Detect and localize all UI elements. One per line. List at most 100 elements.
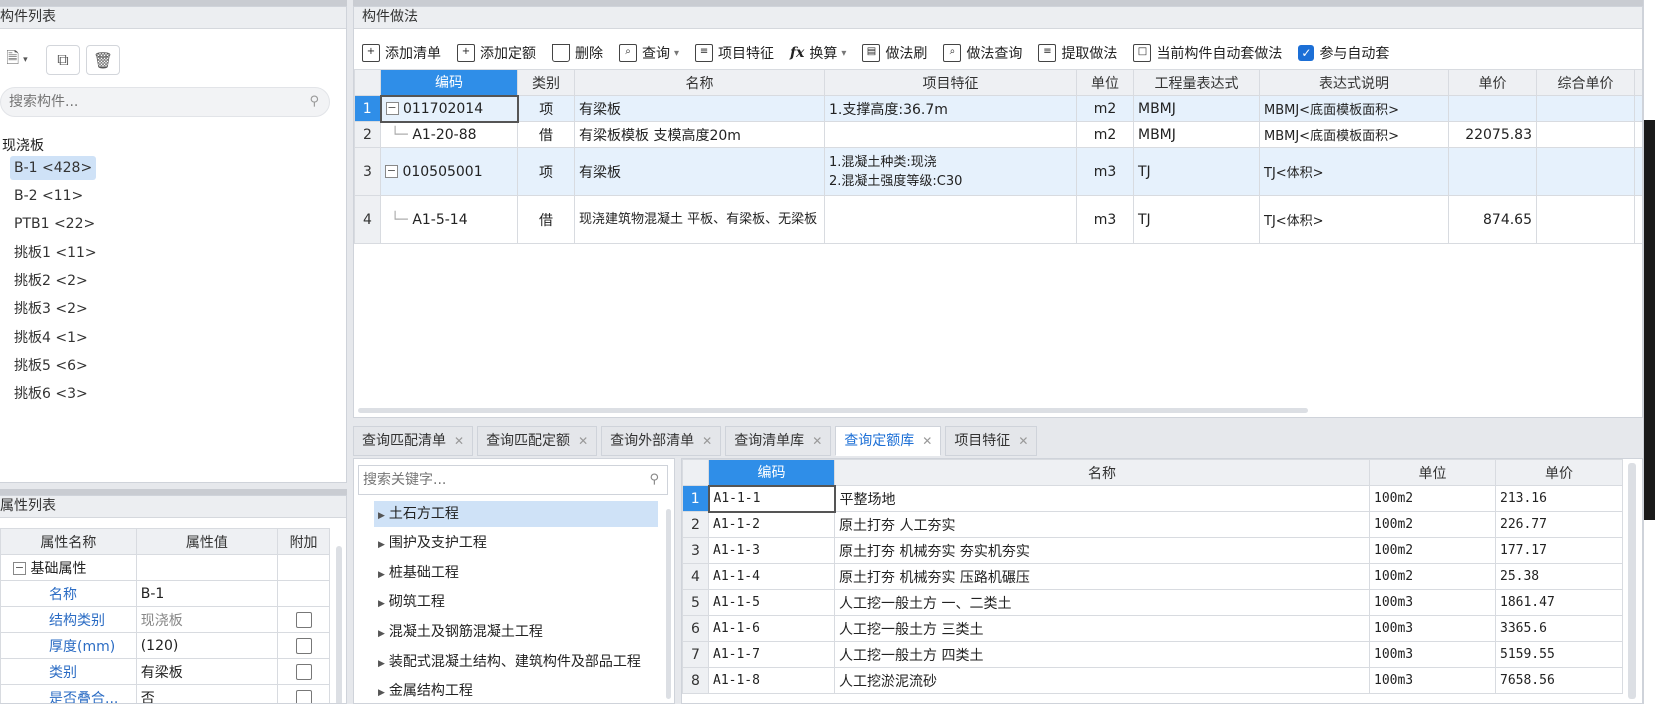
search-icon[interactable]: ⚲ [649,472,659,487]
collapse-icon[interactable]: − [13,562,26,575]
price-cell[interactable]: 25.38 [1495,563,1623,590]
col-header[interactable]: 类别 [517,69,575,96]
prop-value[interactable]: B-1 [135,580,279,607]
name-cell[interactable]: 平整场地 [834,485,1370,512]
price-cell[interactable]: 874.65 [1448,195,1537,244]
price-cell[interactable]: 213.16 [1495,485,1623,512]
item-feature-button[interactable]: ≡ 项目特征 [695,43,774,63]
unit-cell[interactable]: 100m2 [1369,537,1496,564]
row-number[interactable]: 7 [682,641,709,668]
table-row[interactable]: 4 A1-1-4 原土打夯 机械夯实 压路机碾压 100m2 25.38 [682,563,1623,590]
tree-item[interactable]: 挑板4 <1> [10,326,92,350]
feature-cell[interactable] [824,195,1077,244]
row-number[interactable]: 3 [682,537,709,564]
table-row[interactable]: 5 A1-1-5 人工挖一般土方 一、二类土 100m3 1861.47 [682,589,1623,616]
feature-cell[interactable]: 1.支撑高度:36.7m [824,95,1077,122]
name-cell[interactable]: 现浇建筑物混凝土 平板、有梁板、无梁板 [574,195,825,244]
tree-item[interactable]: 挑板2 <2> [10,269,92,293]
chevron-down-icon[interactable]: ▾ [674,48,679,59]
tree-item[interactable]: PTB1 <22> [10,212,99,236]
tree-item[interactable]: 挑板3 <2> [10,297,92,321]
table-row[interactable]: 7 A1-1-7 人工挖一般土方 四类土 100m3 5159.55 [682,641,1623,668]
name-cell[interactable]: 原土打夯 人工夯实 [834,511,1370,538]
table-row[interactable]: 6 A1-1-6 人工挖一般土方 三类土 100m3 3365.6 [682,615,1623,642]
component-search[interactable]: ⚲ [0,87,330,117]
keyword-search[interactable]: ⚲ [358,465,668,495]
col-header[interactable]: 名称 [834,459,1370,486]
close-icon[interactable]: ✕ [578,427,588,455]
unit-cell[interactable]: 100m2 [1369,563,1496,590]
type-cell[interactable]: 借 [517,121,575,148]
category-item[interactable]: ▶ 混凝土及钢筋混凝土工程 [374,619,547,645]
expr-cell[interactable]: MBMJ [1133,95,1260,122]
name-cell[interactable]: 原土打夯 机械夯实 压路机碾压 [834,563,1370,590]
unit-cell[interactable]: m3 [1076,147,1134,196]
col-header[interactable]: 名称 [574,69,825,96]
row-number[interactable]: 4 [354,195,381,244]
row-number[interactable]: 8 [682,667,709,694]
extract-method-button[interactable]: ≡ 提取做法 [1038,43,1117,63]
col-header[interactable]: 单价 [1495,459,1623,486]
col-header[interactable]: 编码 [380,69,518,96]
unit-cell[interactable]: 100m2 [1369,485,1496,512]
unit-cell[interactable]: 100m2 [1369,511,1496,538]
row-number[interactable]: 1 [682,485,709,512]
tab-match-quota[interactable]: 查询匹配定额 ✕ [477,426,598,456]
row-number[interactable]: 1 [354,95,381,122]
feature-cell[interactable]: 1.混凝土种类:现浇 2.混凝土强度等级:C30 [824,147,1077,196]
component-search-input[interactable] [1,88,291,116]
unit-cell[interactable]: m3 [1076,195,1134,244]
category-scrollbar[interactable] [666,509,671,699]
chevron-down-icon[interactable]: ▾ [841,48,846,59]
row-number[interactable]: 2 [682,511,709,538]
unit-cell[interactable]: 100m3 [1369,641,1496,668]
table-row[interactable]: 4 └─ A1-5-14 借 现浇建筑物混凝土 平板、有梁板、无梁板 m3 TJ… [354,195,1642,244]
price-cell[interactable] [1448,95,1537,122]
name-cell[interactable]: 有梁板 [574,95,825,122]
name-cell[interactable]: 人工挖一般土方 一、二类土 [834,589,1370,616]
attach-checkbox[interactable] [295,611,312,628]
table-row[interactable]: 3 A1-1-3 原土打夯 机械夯实 夯实机夯实 100m2 177.17 [682,537,1623,564]
table-row[interactable]: 8 A1-1-8 人工挖淤泥流砂 100m3 7658.56 [682,667,1623,694]
col-header[interactable]: 表达式说明 [1259,69,1449,96]
category-item[interactable]: ▶ 土石方工程 [374,501,658,527]
tree-item[interactable]: B-1 <428> [10,156,97,180]
attach-checkbox[interactable] [295,637,312,654]
row-number[interactable]: 5 [682,589,709,616]
keyword-search-input[interactable] [359,466,629,494]
add-quota-button[interactable]: + 添加定额 [457,43,536,63]
row-number[interactable]: 2 [354,121,381,148]
type-cell[interactable]: 项 [517,95,575,122]
code-cell[interactable]: A1-1-6 [708,615,835,642]
code-cell[interactable]: A1-1-7 [708,641,835,668]
code-cell[interactable]: A1-1-5 [708,589,835,616]
add-bill-button[interactable]: + 添加清单 [362,43,441,63]
property-scrollbar[interactable] [336,546,342,703]
auto-apply-button[interactable]: □ 当前构件自动套做法 [1133,43,1282,63]
close-icon[interactable]: ✕ [1018,427,1028,455]
price-cell[interactable]: 1861.47 [1495,589,1623,616]
table-row[interactable]: 3 − 010505001 项 有梁板 1.混凝土种类:现浇 2.混凝土强度等级:… [354,147,1642,196]
method-brush-button[interactable]: ▤ 做法刷 [862,43,927,63]
close-icon[interactable]: ✕ [454,427,464,455]
search-icon[interactable]: ⚲ [309,94,319,109]
attach-checkbox[interactable] [295,689,312,703]
collapse-icon[interactable]: − [385,165,398,178]
checkbox-checked-icon[interactable]: ✓ [1298,45,1315,61]
col-header[interactable]: 单位 [1369,459,1496,486]
participate-auto-checkbox[interactable]: ✓ 参与自动套 [1298,43,1389,63]
category-item[interactable]: ▶ 桩基础工程 [374,560,463,586]
row-number[interactable]: 6 [682,615,709,642]
category-item[interactable]: ▶ 装配式混凝土结构、建筑构件及部品工程 [374,649,645,675]
tree-item[interactable]: 挑板1 <11> [10,241,101,265]
name-cell[interactable]: 人工挖一般土方 四类土 [834,641,1370,668]
tab-item-feature[interactable]: 项目特征 ✕ [945,426,1038,456]
tab-quota-library[interactable]: 查询定额库 ✕ [835,426,942,456]
price-cell[interactable] [1448,147,1537,196]
new-component-icon[interactable]: 🗎 ▾ [0,45,40,75]
query-button[interactable]: ⌕ 查询 ▾ [619,43,679,63]
method-query-button[interactable]: ⌕ 做法查询 [943,43,1022,63]
copy-icon[interactable]: ⧉ [46,45,80,75]
group-row[interactable]: − 基础属性 [0,554,137,581]
name-cell[interactable]: 人工挖淤泥流砂 [834,667,1370,694]
